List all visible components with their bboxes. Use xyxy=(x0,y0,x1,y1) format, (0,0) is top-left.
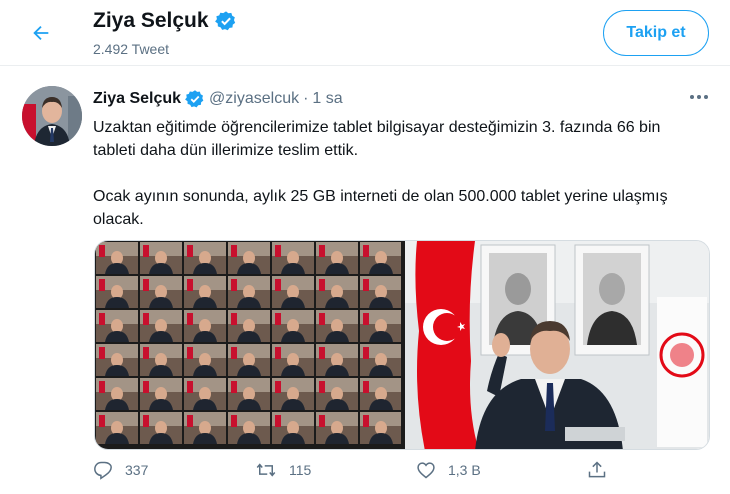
profile-name-row: Ziya Selçuk xyxy=(93,9,237,33)
arrow-left-icon xyxy=(33,25,49,41)
retweet-icon xyxy=(256,463,276,477)
reply-icon xyxy=(94,461,112,480)
avatar[interactable] xyxy=(22,86,82,146)
more-button[interactable] xyxy=(688,88,710,106)
tweet-header: Ziya Selçuk @ziyaselcuk · 1 sa xyxy=(93,89,343,109)
retweet-button[interactable]: 115 xyxy=(255,460,311,480)
retweet-count: 115 xyxy=(289,462,312,478)
verified-badge-icon xyxy=(185,90,204,108)
tweet-photo[interactable] xyxy=(94,240,710,450)
like-button[interactable]: 1,3 B xyxy=(416,460,481,480)
separator-dot: · xyxy=(303,90,309,107)
profile-name: Ziya Selçuk xyxy=(93,9,209,32)
back-button[interactable] xyxy=(22,14,60,52)
heart-icon xyxy=(417,462,435,479)
tweet-paragraph: Uzaktan eğitimde öğrencilerimize tablet … xyxy=(93,119,661,159)
author-name[interactable]: Ziya Selçuk xyxy=(93,90,181,108)
share-button[interactable] xyxy=(587,460,607,480)
like-count: 1,3 B xyxy=(448,462,481,478)
tweet-count: 2.492 Tweet xyxy=(93,41,170,57)
verified-badge-icon xyxy=(214,11,235,31)
more-horizontal-icon xyxy=(690,95,708,99)
profile-header: Ziya Selçuk 2.492 Tweet Takip et xyxy=(0,0,730,66)
tweet: Ziya Selçuk @ziyaselcuk · 1 sa Uzaktan e… xyxy=(0,72,730,494)
share-icon xyxy=(588,461,606,478)
author-handle[interactable]: @ziyaselcuk xyxy=(209,90,299,108)
tweet-paragraph: Ocak ayının sonunda, aylık 25 GB interne… xyxy=(93,188,668,228)
reply-button[interactable]: 337 xyxy=(93,460,148,480)
video-conference-photo xyxy=(95,241,709,449)
follow-button[interactable]: Takip et xyxy=(603,10,709,56)
tweet-time[interactable]: 1 sa xyxy=(312,90,342,108)
reply-count: 337 xyxy=(125,462,149,478)
tweet-text: Uzaktan eğitimde öğrencilerimize tablet … xyxy=(93,116,703,231)
tweet-actions: 337 115 1,3 B xyxy=(93,460,710,486)
